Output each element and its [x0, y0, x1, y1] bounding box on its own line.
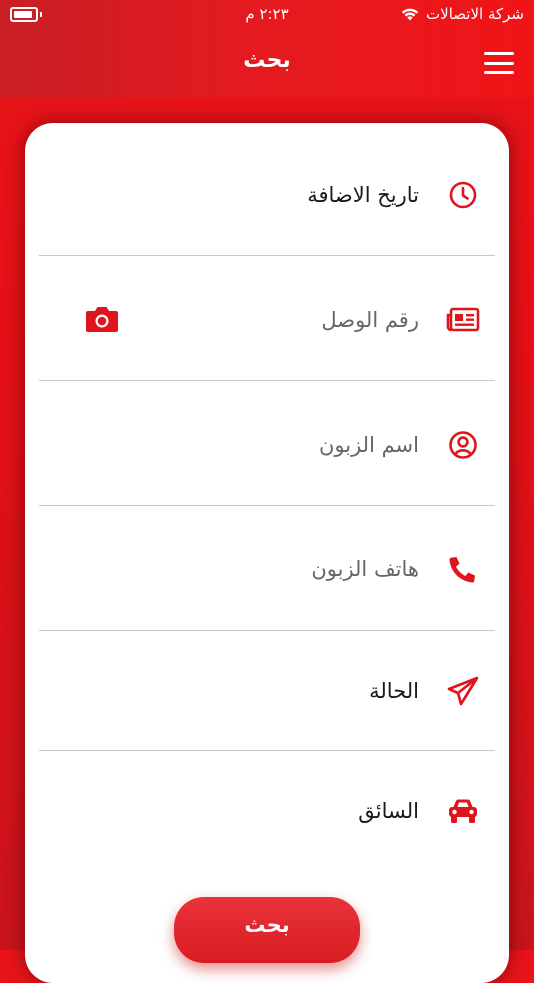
- status-bar: ٢:٢٣ م شركة الاتصالات: [0, 0, 534, 28]
- divider: [39, 505, 495, 506]
- field-label: هاتف الزبون: [311, 557, 419, 581]
- divider: [39, 630, 495, 631]
- field-label: رقم الوصل: [321, 308, 419, 332]
- phone-icon: [443, 554, 483, 584]
- page-title: بحث: [243, 48, 291, 73]
- user-circle-icon: [443, 430, 483, 460]
- camera-icon: [86, 307, 118, 332]
- field-date-added[interactable]: تاريخ الاضافة: [39, 173, 495, 217]
- field-label: السائق: [358, 799, 419, 823]
- divider: [39, 255, 495, 256]
- field-label: تاريخ الاضافة: [307, 183, 419, 207]
- search-form-card: تاريخ الاضافة رقم الوصل اسم الزبون هاتف …: [25, 123, 509, 983]
- paper-plane-icon: [443, 676, 483, 706]
- field-status[interactable]: الحالة: [39, 669, 495, 713]
- field-label: الحالة: [369, 679, 419, 703]
- divider: [39, 750, 495, 751]
- status-time: ٢:٢٣ م: [245, 5, 289, 23]
- receipt-icon: [443, 307, 483, 333]
- field-customer-name[interactable]: اسم الزبون: [39, 423, 495, 467]
- field-label: اسم الزبون: [318, 433, 419, 457]
- divider: [39, 380, 495, 381]
- camera-button[interactable]: [85, 305, 119, 333]
- menu-button[interactable]: [484, 52, 514, 74]
- nav-bar: بحث: [0, 38, 534, 88]
- top-bar: ٢:٢٣ م شركة الاتصالات بحث: [0, 0, 534, 98]
- car-icon: [443, 798, 483, 824]
- hamburger-icon: [484, 52, 514, 55]
- field-driver[interactable]: السائق: [39, 789, 495, 833]
- clock-icon: [443, 180, 483, 210]
- field-customer-phone[interactable]: هاتف الزبون: [39, 547, 495, 591]
- search-button[interactable]: بحث: [174, 897, 360, 963]
